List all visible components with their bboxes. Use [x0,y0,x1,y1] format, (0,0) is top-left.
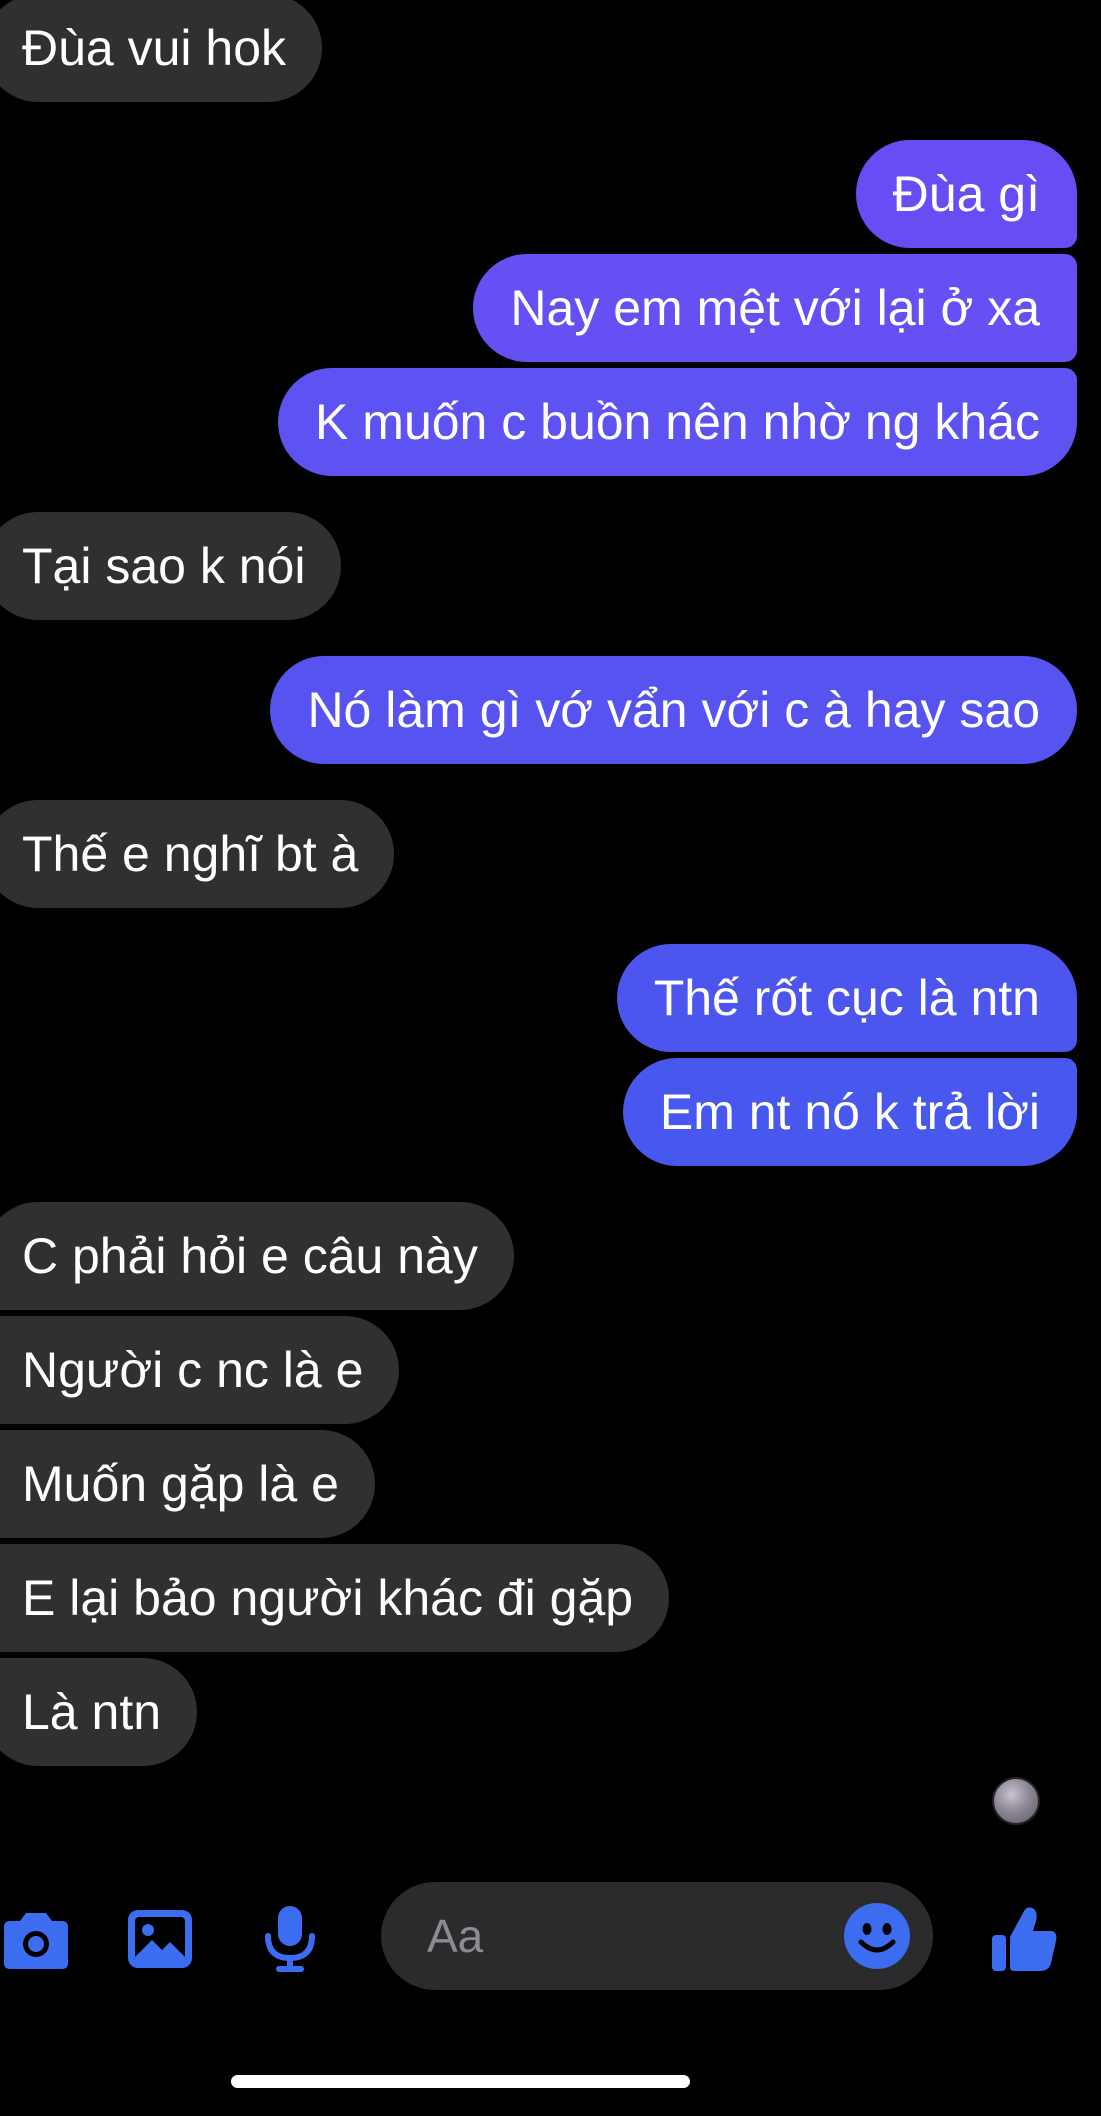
emoji-icon[interactable] [843,1902,911,1970]
message-incoming[interactable]: Đùa vui hok [0,0,323,102]
message-text: Em nt nó k trả lời [659,1084,1040,1140]
message-text: Thế rốt cục là ntn [653,970,1040,1026]
message-input[interactable]: Aa [381,1882,933,1990]
message-text: Người c nc là e [22,1342,364,1398]
message-text: C phải hỏi e câu này [22,1228,478,1284]
microphone-icon[interactable] [260,1880,320,1998]
message-text: Tại sao k nói [22,538,306,594]
message-outgoing[interactable]: Thế rốt cục là ntn [616,944,1077,1052]
message-incoming[interactable]: Người c nc là e [0,1316,400,1424]
message-incoming[interactable]: Tại sao k nói [0,512,342,620]
message-outgoing[interactable]: Em nt nó k trả lời [622,1058,1077,1166]
message-text: Đùa vui hok [22,20,287,76]
message-text: E lại bảo người khác đi gặp [22,1570,634,1626]
message-text: Thế e nghĩ bt à [22,826,359,882]
message-text: K muốn c buồn nên nhờ ng khác [315,394,1040,450]
composer-bar: Aa [0,1880,1101,1998]
message-incoming[interactable]: Thế e nghĩ bt à [0,800,395,908]
message-incoming[interactable]: E lại bảo người khác đi gặp [0,1544,670,1652]
message-incoming[interactable]: C phải hỏi e câu này [0,1202,514,1310]
camera-icon[interactable] [0,1880,72,1998]
thumbs-up-icon[interactable] [984,1880,1064,1998]
photo-icon[interactable] [122,1880,198,1998]
message-text: Là ntn [22,1684,162,1740]
message-incoming[interactable]: Là ntn [0,1658,198,1766]
message-outgoing[interactable]: Đùa gì [855,140,1077,248]
message-outgoing[interactable]: Nay em mệt với lại ở xa [473,254,1077,362]
message-incoming[interactable]: Muốn gặp là e [0,1430,375,1538]
message-text: Muốn gặp là e [22,1456,339,1512]
message-outgoing[interactable]: Nó làm gì vớ vẩn với c à hay sao [270,656,1077,764]
message-text: Đùa gì [892,166,1040,222]
home-indicator [231,2075,690,2088]
seen-avatar [992,1777,1040,1825]
input-placeholder: Aa [427,1910,484,1962]
message-text: Nó làm gì vớ vẩn với c à hay sao [307,682,1040,738]
message-text: Nay em mệt với lại ở xa [510,280,1040,336]
message-outgoing[interactable]: K muốn c buồn nên nhờ ng khác [278,368,1077,476]
